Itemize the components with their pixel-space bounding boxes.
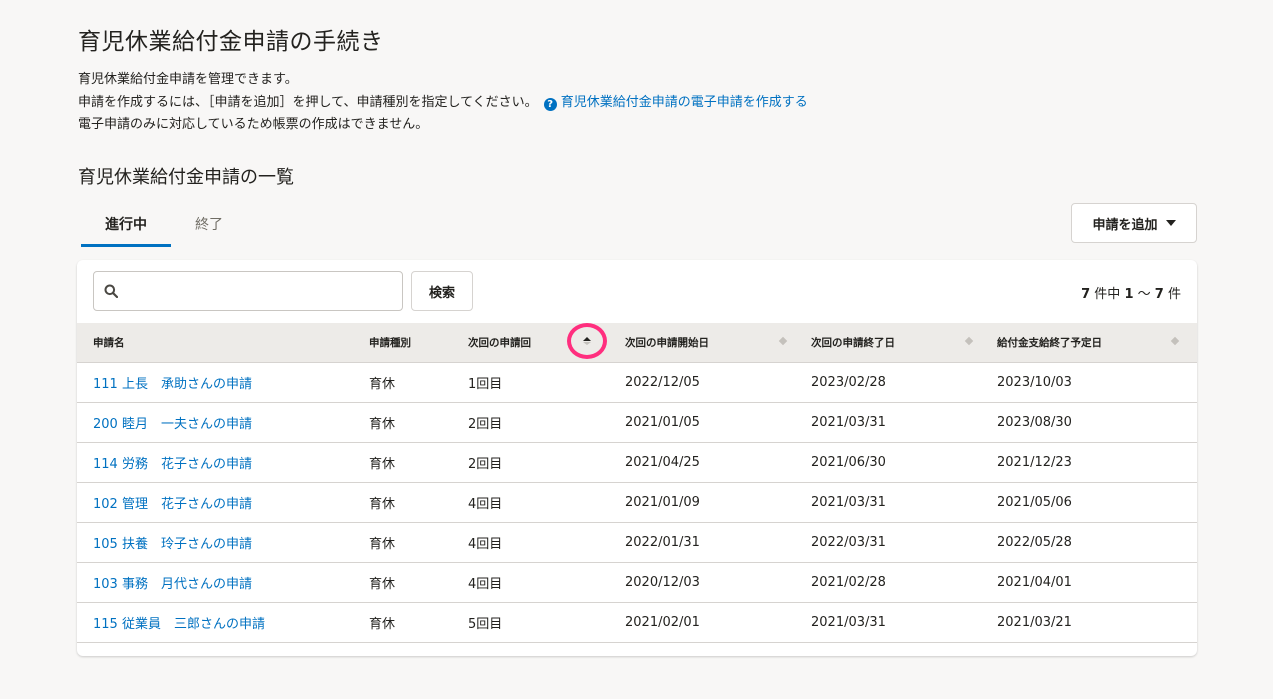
desc-line-2-text: 申請を作成するには、［申請を追加］を押して、申請種別を指定してください。 [78,94,538,110]
cell-pay-end: 2021/04/01 [981,561,1197,602]
cell-end: 2021/03/31 [795,481,981,522]
column-header-end: 次回の申請終了日 [795,323,981,362]
cell-end: 2022/03/31 [795,521,981,562]
cell-end: 2021/02/28 [795,561,981,602]
page-description: 育児休業給付金申請を管理できます。 申請を作成するには、［申請を追加］を押して、… [78,69,808,137]
application-link[interactable]: 102 管理 花子さんの申請 [93,497,252,512]
sort-diamond-icon[interactable] [1171,337,1179,347]
cell-pay-end: 2022/05/28 [981,521,1197,562]
column-header-pay-end-label: 給付金支給終了予定日 [997,336,1102,349]
sort-ascending-icon [583,337,591,345]
cell-end: 2021/03/31 [795,601,981,643]
sort-diamond-icon[interactable] [965,337,973,347]
cell-round: 1回目 [452,361,609,402]
table-row: 105 扶養 玲子さんの申請 育休 4回目 2022/01/31 2022/03… [77,521,1197,562]
column-header-start-label: 次回の申請開始日 [625,336,709,349]
tab-finished[interactable]: 終了 [171,205,247,247]
column-header-round-label: 次回の申請回 [468,336,531,349]
table-row: 115 従業員 三郎さんの申請 育休 5回目 2021/02/01 2021/0… [77,601,1197,643]
application-link[interactable]: 103 事務 月代さんの申請 [93,577,252,592]
count-sep: ～ [1137,287,1151,302]
cell-start: 2021/02/01 [609,601,795,643]
table-row: 200 睦月 一夫さんの申請 育休 2回目 2021/01/05 2021/03… [77,401,1197,442]
cell-type: 育休 [353,481,452,522]
tab-bar: 進行中 終了 [81,205,247,247]
question-circle-icon: ? [543,97,557,111]
application-table: 申請名 申請種別 次回の申請回 次回の申請開始日 次回の申請終了日 給付金支給終… [77,323,1197,643]
column-header-pay-end: 給付金支給終了予定日 [981,323,1197,362]
cell-type: 育休 [353,601,452,643]
table-header-row: 申請名 申請種別 次回の申請回 次回の申請開始日 次回の申請終了日 給付金支給終… [77,323,1197,362]
caret-down-icon [1165,220,1176,226]
sort-diamond-icon[interactable] [779,337,787,347]
cell-type: 育休 [353,561,452,602]
cell-type: 育休 [353,441,452,482]
cell-round: 5回目 [452,601,609,643]
count-to: 7 [1154,287,1164,302]
cell-round: 4回目 [452,521,609,562]
cell-pay-end: 2021/03/21 [981,601,1197,643]
table-row: 103 事務 月代さんの申請 育休 4回目 2020/12/03 2021/02… [77,561,1197,602]
search-icon [104,284,118,298]
cell-type: 育休 [353,401,452,442]
cell-start: 2021/01/09 [609,481,795,522]
cell-start: 2020/12/03 [609,561,795,602]
cell-end: 2021/03/31 [795,401,981,442]
cell-end: 2023/02/28 [795,361,981,402]
column-header-end-label: 次回の申請終了日 [811,336,895,349]
desc-line-3: 電子申請のみに対応しているため帳票の作成はできません。 [78,117,429,132]
desc-line-1: 育児休業給付金申請を管理できます。 [78,72,298,87]
desc-line-2: 申請を作成するには、［申請を追加］を押して、申請種別を指定してください。? 育児休… [78,92,808,115]
application-link[interactable]: 114 労務 花子さんの申請 [93,457,252,472]
cell-pay-end: 2023/10/03 [981,361,1197,402]
table-row: 114 労務 花子さんの申請 育休 2回目 2021/04/25 2021/06… [77,441,1197,482]
table-row: 111 上長 承助さんの申請 育休 1回目 2022/12/05 2023/02… [77,361,1197,402]
help-link[interactable]: ? 育児休業給付金申請の電子申請を作成する [543,94,808,111]
column-header-type: 申請種別 [369,336,411,349]
result-count: 7 件中 1 ～ 7 件 [1081,283,1181,302]
count-from: 1 [1124,287,1134,302]
search-button[interactable]: 検索 [411,271,473,311]
cell-round: 2回目 [452,441,609,482]
application-list-panel: 検索 7 件中 1 ～ 7 件 申請名 申請種別 次回の申請回 次回の申請開始日 [77,260,1197,656]
cell-start: 2021/04/25 [609,441,795,482]
count-unit: 件 [1167,287,1181,302]
page-title: 育児休業給付金申請の手続き [78,29,384,55]
tab-in-progress[interactable]: 進行中 [81,205,171,247]
application-link[interactable]: 105 扶養 玲子さんの申請 [93,537,252,552]
column-header-name: 申請名 [93,336,125,349]
cell-end: 2021/06/30 [795,441,981,482]
cell-round: 4回目 [452,561,609,602]
count-total: 7 [1081,287,1091,302]
section-title: 育児休業給付金申請の一覧 [78,167,294,188]
application-link[interactable]: 200 睦月 一夫さんの申請 [93,417,252,432]
search-box [93,271,403,311]
cell-pay-end: 2021/05/06 [981,481,1197,522]
cell-round: 2回目 [452,401,609,442]
application-link[interactable]: 115 従業員 三郎さんの申請 [93,617,265,632]
sort-ascending-button[interactable] [565,323,609,359]
cell-start: 2021/01/05 [609,401,795,442]
help-link-label: 育児休業給付金申請の電子申請を作成する [560,94,808,110]
cell-pay-end: 2021/12/23 [981,441,1197,482]
add-application-label: 申請を追加 [1092,217,1158,233]
application-link[interactable]: 111 上長 承助さんの申請 [93,377,252,392]
table-row: 102 管理 花子さんの申請 育休 4回目 2021/01/09 2021/03… [77,481,1197,522]
cell-start: 2022/12/05 [609,361,795,402]
cell-type: 育休 [353,521,452,562]
cell-type: 育休 [353,361,452,402]
cell-start: 2022/01/31 [609,521,795,562]
cell-pay-end: 2023/08/30 [981,401,1197,442]
add-application-button[interactable]: 申請を追加 [1071,203,1197,243]
count-mid: 件中 [1094,287,1121,302]
search-input[interactable] [124,272,399,310]
cell-round: 4回目 [452,481,609,522]
column-header-start: 次回の申請開始日 [609,323,795,362]
